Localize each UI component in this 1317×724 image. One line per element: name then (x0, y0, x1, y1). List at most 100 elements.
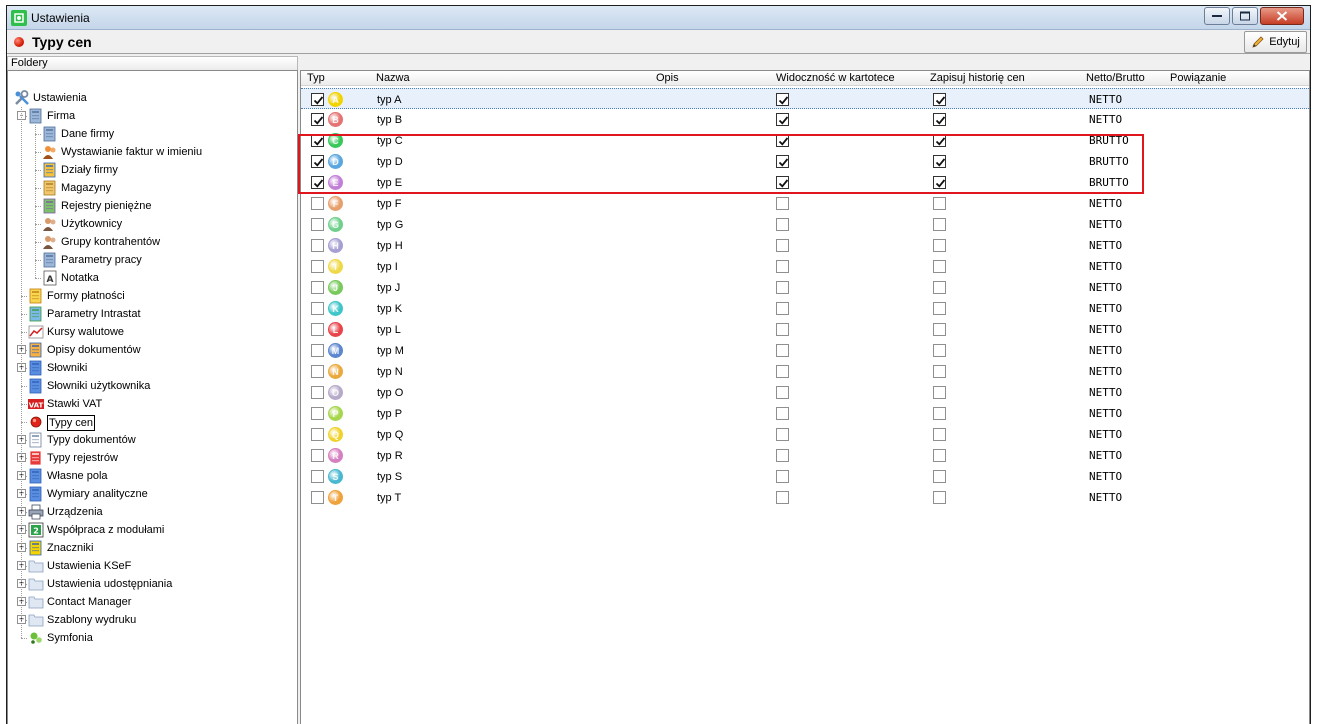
tree-item[interactable]: + Własne pola (8, 467, 298, 485)
tree-item[interactable]: + Typy dokumentów (8, 431, 298, 449)
active-checkbox[interactable] (311, 386, 324, 399)
active-checkbox[interactable] (311, 428, 324, 441)
active-checkbox[interactable] (311, 365, 324, 378)
table-row[interactable]: Ttyp T NETTO (301, 487, 1309, 508)
table-row[interactable]: Gtyp G NETTO (301, 214, 1309, 235)
tree-item[interactable]: + Wymiary analityczne (8, 485, 298, 503)
tree-item[interactable]: + Znaczniki (8, 539, 298, 557)
price-history-checkbox[interactable] (933, 386, 946, 399)
table-row[interactable]: Btyp B NETTO (301, 109, 1309, 130)
table-row[interactable]: Qtyp Q NETTO (301, 424, 1309, 445)
visibility-checkbox[interactable] (776, 176, 789, 189)
price-history-checkbox[interactable] (933, 470, 946, 483)
table-row[interactable]: Styp S NETTO (301, 466, 1309, 487)
price-history-checkbox[interactable] (933, 323, 946, 336)
tree-item[interactable]: + Szablony wydruku (8, 611, 298, 629)
price-history-checkbox[interactable] (933, 239, 946, 252)
col-header-widocznosc[interactable]: Widoczność w kartotece (776, 71, 895, 86)
table-row[interactable]: Rtyp R NETTO (301, 445, 1309, 466)
col-header-historia[interactable]: Zapisuj historię cen (930, 71, 1025, 86)
maximize-button[interactable] (1232, 7, 1258, 25)
tree-item[interactable]: + Contact Manager (8, 593, 298, 611)
active-checkbox[interactable] (311, 260, 324, 273)
table-row[interactable]: Atyp A NETTO (301, 88, 1309, 109)
table-row[interactable]: Ktyp K NETTO (301, 298, 1309, 319)
col-header-typ[interactable]: Typ (307, 71, 325, 86)
tree-item[interactable]: Kursy walutowe (8, 323, 298, 341)
price-history-checkbox[interactable] (933, 428, 946, 441)
col-header-nazwa[interactable]: Nazwa (376, 71, 410, 86)
visibility-checkbox[interactable] (776, 281, 789, 294)
active-checkbox[interactable] (311, 155, 324, 168)
tree-item[interactable]: Słowniki użytkownika (8, 377, 298, 395)
tree-item[interactable]: + Opisy dokumentów (8, 341, 298, 359)
visibility-checkbox[interactable] (776, 239, 789, 252)
visibility-checkbox[interactable] (776, 428, 789, 441)
active-checkbox[interactable] (311, 134, 324, 147)
close-button[interactable] (1260, 7, 1304, 25)
minimize-button[interactable] (1204, 7, 1230, 25)
tree-item[interactable]: +2 Współpraca z modułami (8, 521, 298, 539)
active-checkbox[interactable] (311, 93, 324, 106)
price-history-checkbox[interactable] (933, 344, 946, 357)
visibility-checkbox[interactable] (776, 344, 789, 357)
title-bar[interactable]: Ustawienia (7, 6, 1310, 30)
tree-item[interactable]: Wystawianie faktur w imieniu (8, 143, 298, 161)
price-history-checkbox[interactable] (933, 93, 946, 106)
price-history-checkbox[interactable] (933, 176, 946, 189)
active-checkbox[interactable] (311, 323, 324, 336)
active-checkbox[interactable] (311, 239, 324, 252)
visibility-checkbox[interactable] (776, 470, 789, 483)
folders-tree[interactable]: Ustawienia - Firma Dane firmy Wystawianie fa… (8, 89, 298, 647)
price-history-checkbox[interactable] (933, 491, 946, 504)
visibility-checkbox[interactable] (776, 491, 789, 504)
price-history-checkbox[interactable] (933, 134, 946, 147)
tree-item[interactable]: - Firma (8, 107, 298, 125)
tree-item[interactable]: Parametry pracy (8, 251, 298, 269)
tree-item[interactable]: Parametry Intrastat (8, 305, 298, 323)
table-row[interactable]: Jtyp J NETTO (301, 277, 1309, 298)
tree-item[interactable]: + Słowniki (8, 359, 298, 377)
tree-item[interactable]: VAT Stawki VAT (8, 395, 298, 413)
tree-item[interactable]: + Typy rejestrów (8, 449, 298, 467)
folders-tree-pane[interactable]: Ustawienia - Firma Dane firmy Wystawianie fa… (7, 70, 298, 724)
price-history-checkbox[interactable] (933, 449, 946, 462)
tree-item[interactable]: Formy płatności (8, 287, 298, 305)
tree-item[interactable]: Typy cen (8, 413, 298, 431)
tree-item[interactable]: + Ustawienia KSeF (8, 557, 298, 575)
price-history-checkbox[interactable] (933, 260, 946, 273)
price-history-checkbox[interactable] (933, 113, 946, 126)
tree-item[interactable]: Ustawienia (8, 89, 298, 107)
active-checkbox[interactable] (311, 449, 324, 462)
active-checkbox[interactable] (311, 176, 324, 189)
price-history-checkbox[interactable] (933, 407, 946, 420)
visibility-checkbox[interactable] (776, 113, 789, 126)
tree-item[interactable]: Użytkownicy (8, 215, 298, 233)
table-row[interactable]: Dtyp D BRUTTO (301, 151, 1309, 172)
tree-item[interactable]: Grupy kontrahentów (8, 233, 298, 251)
edit-button[interactable]: Edytuj (1244, 31, 1307, 53)
price-history-checkbox[interactable] (933, 218, 946, 231)
col-header-opis[interactable]: Opis (656, 71, 679, 86)
price-history-checkbox[interactable] (933, 281, 946, 294)
active-checkbox[interactable] (311, 113, 324, 126)
visibility-checkbox[interactable] (776, 260, 789, 273)
table-row[interactable]: Ptyp P NETTO (301, 403, 1309, 424)
visibility-checkbox[interactable] (776, 93, 789, 106)
visibility-checkbox[interactable] (776, 218, 789, 231)
visibility-checkbox[interactable] (776, 197, 789, 210)
table-row[interactable]: Otyp O NETTO (301, 382, 1309, 403)
tree-item[interactable]: A Notatka (8, 269, 298, 287)
table-row[interactable]: Etyp E BRUTTO (301, 172, 1309, 193)
table-row[interactable]: Ntyp N NETTO (301, 361, 1309, 382)
price-types-grid[interactable]: Typ Nazwa Opis Widoczność w kartotece Za… (300, 70, 1310, 724)
price-history-checkbox[interactable] (933, 302, 946, 315)
active-checkbox[interactable] (311, 302, 324, 315)
visibility-checkbox[interactable] (776, 302, 789, 315)
active-checkbox[interactable] (311, 407, 324, 420)
visibility-checkbox[interactable] (776, 407, 789, 420)
table-row[interactable]: Htyp H NETTO (301, 235, 1309, 256)
col-header-netto-brutto[interactable]: Netto/Brutto (1086, 71, 1145, 86)
active-checkbox[interactable] (311, 470, 324, 483)
table-row[interactable]: Ftyp F NETTO (301, 193, 1309, 214)
